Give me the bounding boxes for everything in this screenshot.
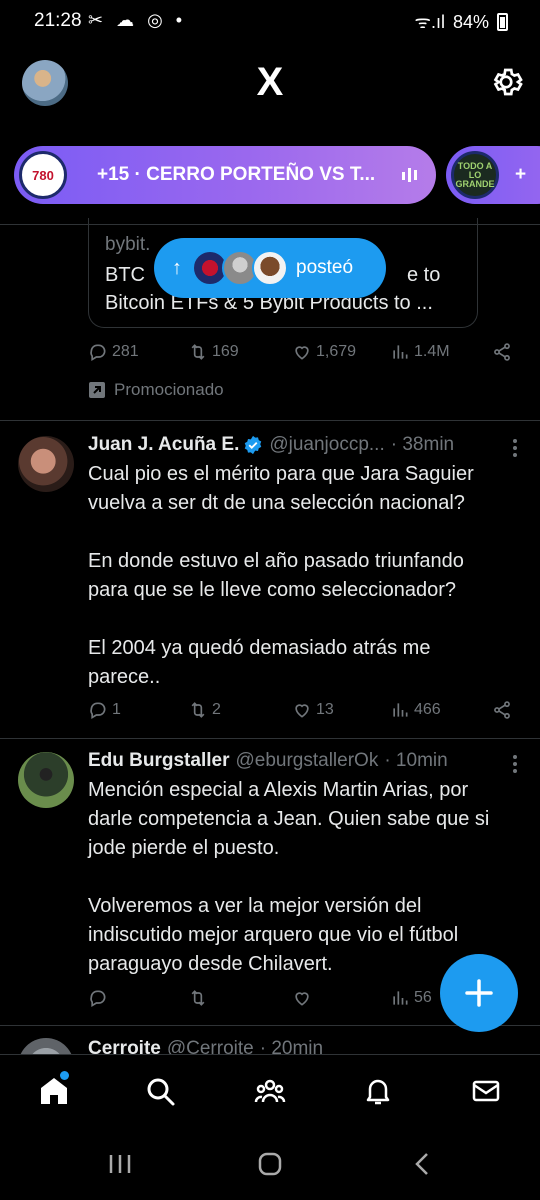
posted-label: posteó [296, 257, 354, 278]
tweet-header: Edu Burgstaller @eburgstallerOk · 10min [88, 750, 448, 772]
bottom-nav [0, 1054, 540, 1130]
like-button[interactable]: 13 [292, 700, 334, 720]
compose-post-button[interactable] [440, 954, 518, 1032]
tweet-text[interactable]: Cual pio es el mérito para que Jara Sagu… [88, 460, 508, 692]
tweet-paragraph: En donde estuvo el año pasado triunfando… [88, 550, 464, 601]
reply-button[interactable]: 1 [88, 700, 121, 720]
heart-icon [295, 346, 309, 360]
poster-avatar [252, 250, 288, 286]
tweet-author-name[interactable]: Juan J. Acuña E. [88, 434, 239, 456]
views-button[interactable]: 1.4M [390, 342, 450, 362]
plus-icon [465, 979, 493, 1007]
tweet-text[interactable]: Mención especial a Alexis Martin Arias, … [88, 776, 508, 979]
card-title-line1-tail: e to [407, 264, 441, 286]
space-host-logo-2: TODO A LO GRANDE [451, 151, 499, 199]
new-content-dot [60, 1071, 69, 1080]
share-button[interactable] [492, 700, 512, 720]
promoted-arrow-icon [89, 382, 105, 398]
x-logo[interactable]: X [252, 62, 288, 102]
verified-badge-icon [245, 435, 262, 455]
repost-count: 2 [212, 701, 221, 718]
tweet-author-name[interactable]: Edu Burgstaller [88, 750, 229, 772]
like-button[interactable] [292, 988, 312, 1008]
home-system-icon[interactable] [258, 1152, 282, 1176]
more-options-icon[interactable] [512, 754, 518, 774]
views-button[interactable]: 466 [390, 700, 441, 720]
promo-action-bar: 281 169 1,679 1.4M [88, 342, 518, 366]
promoted-text: Promocionado [114, 380, 224, 399]
views-icon [393, 345, 408, 359]
card-domain: bybit. [105, 234, 151, 255]
tweet-paragraph: El 2004 ya quedó demasiado atrás me pare… [88, 637, 431, 688]
space-title: +15 · CERRO PORTEÑO VS T... [97, 164, 376, 185]
tweet-avatar[interactable] [18, 436, 74, 492]
repost-count: 169 [212, 343, 239, 360]
repost-icon [191, 990, 205, 1006]
notifications-bell-icon[interactable] [362, 1075, 394, 1107]
reply-button[interactable] [88, 988, 108, 1008]
messages-envelope-icon[interactable] [470, 1075, 502, 1107]
divider [0, 738, 540, 739]
space-count: + [515, 164, 527, 185]
like-button[interactable]: 1,679 [292, 342, 356, 362]
share-icon [494, 701, 510, 719]
repost-button[interactable]: 169 [188, 342, 239, 362]
repost-icon [191, 344, 205, 360]
settings-gear-icon[interactable] [488, 64, 524, 100]
repost-icon [191, 702, 205, 718]
tweet-avatar[interactable] [18, 752, 74, 808]
reply-icon [90, 702, 106, 719]
status-notification-icons: ✂ ☁ ◎ • [88, 10, 187, 30]
new-posts-pill[interactable]: ↑ posteó [154, 238, 386, 298]
tweet-paragraph: Volveremos a ver la mejor versión del in… [88, 895, 459, 975]
tweet-author-handle[interactable]: @eburgstallerOk [235, 750, 378, 772]
reply-icon [90, 344, 106, 361]
reply-count: 1 [112, 701, 121, 718]
battery-level: 84% [452, 11, 489, 32]
reply-button[interactable]: 281 [88, 342, 139, 362]
tweet-action-bar: 1 2 13 466 [88, 700, 518, 724]
like-count: 1,679 [316, 343, 357, 360]
audio-bars-icon [402, 168, 417, 182]
recent-apps-icon[interactable] [108, 1154, 132, 1174]
live-space-banner[interactable]: 780 +15 · CERRO PORTEÑO VS T... [14, 146, 436, 204]
more-options-icon[interactable] [512, 438, 518, 458]
status-bar: 21:28 ✂ ☁ ◎ • ᯤ.ıl 84% [0, 0, 540, 44]
heart-icon [295, 992, 309, 1006]
share-icon [494, 343, 510, 361]
system-nav-bar [0, 1130, 540, 1200]
tweet-time: · 38min [390, 434, 455, 455]
share-button[interactable] [492, 342, 512, 362]
repost-button[interactable] [188, 988, 208, 1008]
reply-count: 281 [112, 343, 139, 360]
card-title-line1: BTC [105, 264, 145, 286]
tweet-header: Juan J. Acuña E. @juanjoccp... · 38min [88, 434, 454, 456]
divider [0, 420, 540, 421]
views-count: 56 [414, 989, 432, 1006]
heart-icon [295, 704, 309, 718]
repost-button[interactable]: 2 [188, 700, 221, 720]
views-count: 466 [414, 701, 441, 718]
battery-icon [497, 13, 508, 31]
space-host-logo: 780 [19, 151, 67, 199]
like-count: 13 [316, 701, 334, 718]
search-icon[interactable] [144, 1075, 176, 1107]
back-icon[interactable] [412, 1152, 432, 1176]
promoted-label[interactable]: Promocionado [88, 380, 224, 400]
communities-icon[interactable] [254, 1075, 286, 1107]
live-space-banner-2[interactable]: TODO A LO GRANDE + [446, 146, 540, 204]
tweet-time: · 10min [384, 750, 448, 771]
views-button[interactable]: 56 [390, 988, 432, 1008]
views-icon [393, 703, 408, 717]
views-icon [393, 991, 408, 1005]
tweet-author-handle[interactable]: @juanjoccp... [269, 434, 384, 456]
tweet-paragraph: Mención especial a Alexis Martin Arias, … [88, 779, 490, 859]
profile-avatar[interactable] [22, 60, 68, 106]
signal-icon: ᯤ.ıl [414, 12, 445, 32]
tweet-paragraph: Cual pio es el mérito para que Jara Sagu… [88, 463, 474, 514]
arrow-up-icon: ↑ [172, 256, 182, 279]
views-count: 1.4M [414, 343, 450, 360]
reply-icon [90, 990, 106, 1007]
status-time: 21:28 [34, 10, 82, 31]
